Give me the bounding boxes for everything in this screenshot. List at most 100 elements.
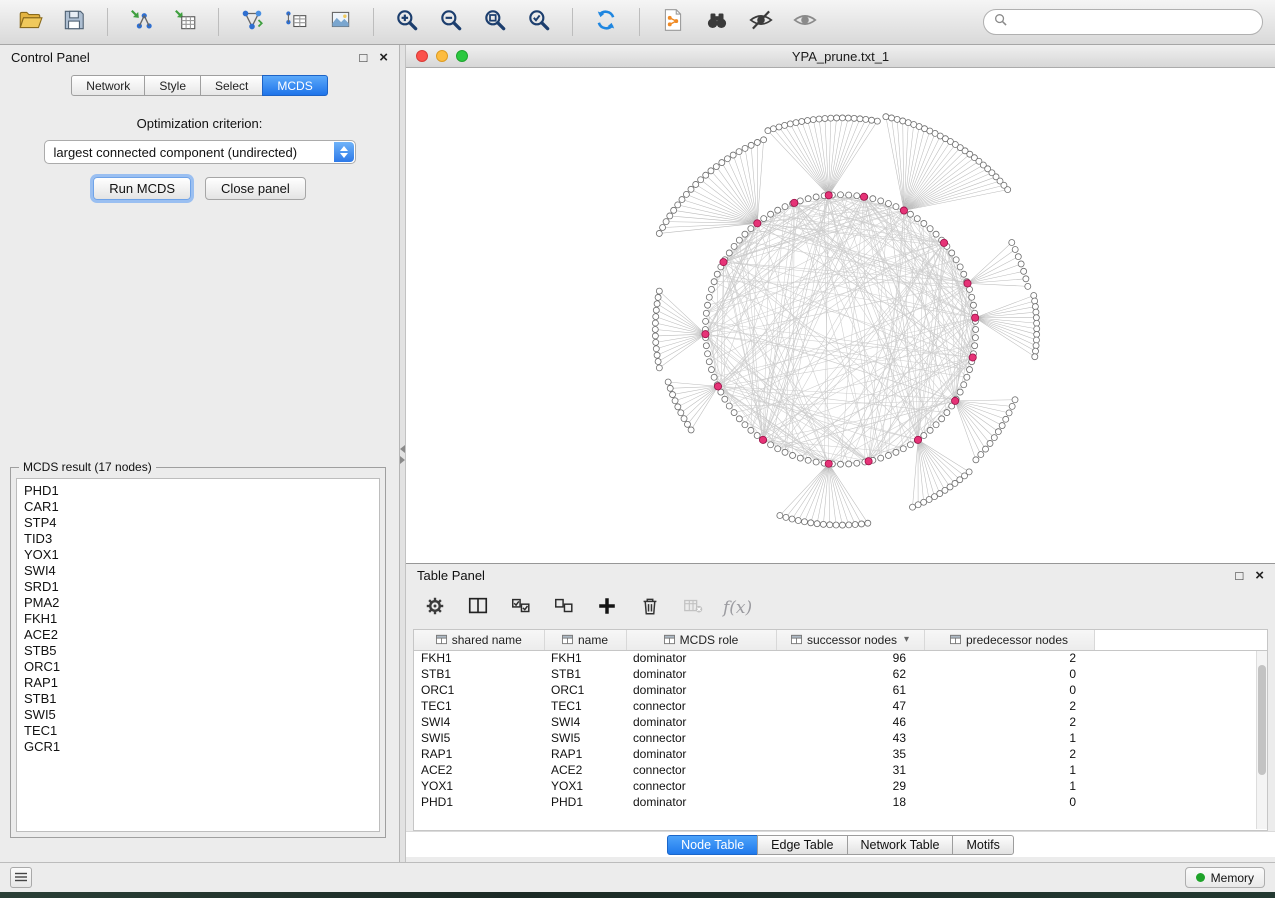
mcds-result-item[interactable]: SWI5 [24, 707, 379, 723]
cell-predecessors[interactable]: 2 [924, 698, 1094, 714]
select-all-columns-button[interactable] [508, 595, 534, 621]
tab-network-table[interactable]: Network Table [847, 835, 954, 855]
cell-role[interactable]: dominator [626, 794, 776, 810]
table-row[interactable]: YOX1YOX1connector291 [414, 778, 1267, 794]
tab-style[interactable]: Style [144, 75, 201, 96]
tab-motifs[interactable]: Motifs [952, 835, 1013, 855]
float-panel-icon[interactable]: □ [359, 50, 367, 65]
column-header-predecessor-nodes[interactable]: predecessor nodes [924, 630, 1094, 650]
cell-shared_name[interactable]: PHD1 [414, 794, 544, 810]
network-window-titlebar[interactable]: YPA_prune.txt_1 [406, 45, 1275, 68]
minimize-window-icon[interactable] [436, 50, 448, 62]
search-input[interactable] [1013, 15, 1252, 30]
mcds-result-item[interactable]: STP4 [24, 515, 379, 531]
cell-role[interactable]: connector [626, 762, 776, 778]
table-row[interactable]: STB1STB1dominator620 [414, 666, 1267, 682]
network-canvas[interactable] [406, 68, 1275, 563]
cell-shared_name[interactable]: TEC1 [414, 698, 544, 714]
show-hide-button[interactable] [787, 5, 823, 39]
table-row[interactable]: ORC1ORC1dominator610 [414, 682, 1267, 698]
new-network-button[interactable] [234, 5, 270, 39]
column-header-mcds-role[interactable]: MCDS role [626, 630, 776, 650]
cell-role[interactable]: connector [626, 730, 776, 746]
create-column-button[interactable] [594, 595, 620, 621]
cell-predecessors[interactable]: 2 [924, 650, 1094, 666]
zoom-out-button[interactable] [433, 5, 469, 39]
status-menu-button[interactable] [10, 867, 32, 888]
cell-shared_name[interactable]: ORC1 [414, 682, 544, 698]
table-row[interactable]: SWI5SWI5connector431 [414, 730, 1267, 746]
zoom-selected-button[interactable] [521, 5, 557, 39]
open-session-button[interactable] [12, 5, 48, 39]
zoom-in-button[interactable] [389, 5, 425, 39]
import-network-button[interactable] [123, 5, 159, 39]
find-button[interactable] [699, 5, 735, 39]
cell-name[interactable]: SWI5 [544, 730, 626, 746]
optimization-criterion-select[interactable]: largest connected component (undirected) [44, 140, 356, 164]
mcds-result-item[interactable]: SWI4 [24, 563, 379, 579]
table-row[interactable]: RAP1RAP1dominator352 [414, 746, 1267, 762]
apply-layout-button[interactable] [588, 5, 624, 39]
cell-role[interactable]: connector [626, 698, 776, 714]
mcds-result-item[interactable]: TID3 [24, 531, 379, 547]
export-table-button[interactable] [278, 5, 314, 39]
cell-role[interactable]: dominator [626, 714, 776, 730]
cell-successors[interactable]: 31 [776, 762, 924, 778]
mcds-result-item[interactable]: YOX1 [24, 547, 379, 563]
cell-successors[interactable]: 96 [776, 650, 924, 666]
network-graph[interactable] [406, 68, 1275, 563]
column-header-name[interactable]: name [544, 630, 626, 650]
cell-predecessors[interactable]: 2 [924, 746, 1094, 762]
unselect-all-columns-button[interactable] [551, 595, 577, 621]
divider-handle-icon[interactable] [400, 445, 405, 464]
cell-name[interactable]: ORC1 [544, 682, 626, 698]
cell-predecessors[interactable]: 2 [924, 714, 1094, 730]
mcds-result-item[interactable]: TEC1 [24, 723, 379, 739]
cell-role[interactable]: connector [626, 778, 776, 794]
cell-successors[interactable]: 18 [776, 794, 924, 810]
close-table-panel-icon[interactable]: × [1255, 567, 1264, 584]
cell-successors[interactable]: 61 [776, 682, 924, 698]
close-panel-icon[interactable]: × [379, 49, 388, 66]
cell-shared_name[interactable]: RAP1 [414, 746, 544, 762]
mcds-result-item[interactable]: STB5 [24, 643, 379, 659]
show-columns-button[interactable] [465, 595, 491, 621]
table-row[interactable]: PHD1PHD1dominator180 [414, 794, 1267, 810]
mcds-result-item[interactable]: ORC1 [24, 659, 379, 675]
cell-shared_name[interactable]: FKH1 [414, 650, 544, 666]
zoom-fit-button[interactable] [477, 5, 513, 39]
table-scrollbar[interactable] [1256, 651, 1267, 829]
tab-node-table[interactable]: Node Table [667, 835, 758, 855]
cell-shared_name[interactable]: SWI5 [414, 730, 544, 746]
cell-predecessors[interactable]: 1 [924, 762, 1094, 778]
cell-successors[interactable]: 46 [776, 714, 924, 730]
scrollbar-thumb[interactable] [1258, 665, 1266, 775]
mcds-result-item[interactable]: GCR1 [24, 739, 379, 755]
save-session-button[interactable] [56, 5, 92, 39]
mcds-result-item[interactable]: CAR1 [24, 499, 379, 515]
search-box[interactable] [983, 9, 1263, 35]
cell-predecessors[interactable]: 1 [924, 778, 1094, 794]
cell-name[interactable]: ACE2 [544, 762, 626, 778]
import-table-button[interactable] [167, 5, 203, 39]
cell-role[interactable]: dominator [626, 666, 776, 682]
graphics-details-button[interactable] [743, 5, 779, 39]
delete-column-button[interactable] [637, 595, 663, 621]
cell-predecessors[interactable]: 0 [924, 666, 1094, 682]
cell-shared_name[interactable]: SWI4 [414, 714, 544, 730]
cell-name[interactable]: RAP1 [544, 746, 626, 762]
run-mcds-button[interactable]: Run MCDS [93, 177, 191, 200]
cell-name[interactable]: SWI4 [544, 714, 626, 730]
cell-successors[interactable]: 43 [776, 730, 924, 746]
column-header-shared-name[interactable]: shared name [414, 630, 544, 650]
table-settings-button[interactable] [422, 595, 448, 621]
sort-caret-icon[interactable]: ▾ [904, 634, 909, 645]
export-image-button[interactable] [322, 5, 358, 39]
mcds-result-item[interactable]: ACE2 [24, 627, 379, 643]
table-row[interactable]: TEC1TEC1connector472 [414, 698, 1267, 714]
float-table-panel-icon[interactable]: □ [1235, 568, 1243, 583]
cell-shared_name[interactable]: ACE2 [414, 762, 544, 778]
memory-button[interactable]: Memory [1185, 867, 1265, 888]
select-stepper-icon[interactable] [334, 142, 354, 162]
tab-edge-table[interactable]: Edge Table [757, 835, 847, 855]
